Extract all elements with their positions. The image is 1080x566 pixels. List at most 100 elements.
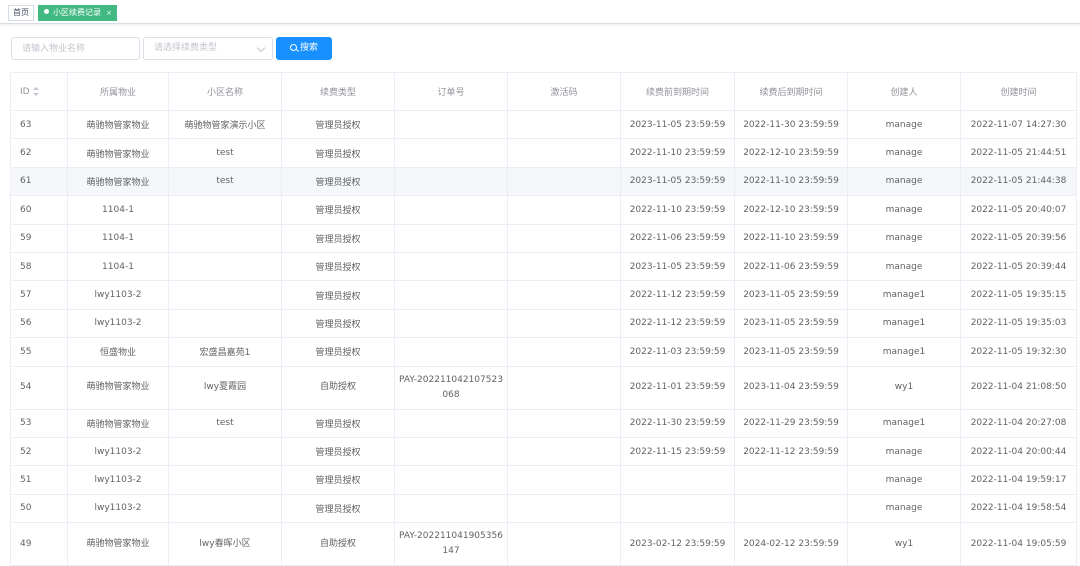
cell-expiry-after: 2023-11-05 23:59:59	[734, 337, 848, 367]
cell-created-time: 2022-11-05 20:39:56	[960, 223, 1077, 253]
col-header-expiry-before: 续费前到期时间	[620, 72, 735, 111]
cell-id: 63	[10, 109, 68, 140]
cell-renewal-type: 管理员授权	[281, 465, 395, 495]
cell-expiry-after: 2022-12-10 23:59:59	[734, 195, 848, 225]
cell-property: 萌驰物管家物业	[67, 365, 169, 410]
search-icon	[289, 44, 297, 51]
table-row[interactable]: 56 lwy1103-2 管理员授权 2022-11-12 23:59:59 2023-…	[10, 308, 1077, 339]
table-row[interactable]: 51 lwy1103-2 管理员授权 manage 2022-11-04 19:59:1…	[10, 465, 1077, 495]
active-dot-icon	[44, 9, 49, 14]
cell-expiry-before: 2022-11-12 23:59:59	[620, 308, 735, 339]
table-row[interactable]: 54 萌驰物管家物业 lwy夏霞园 自助授权 PAY-20221104210752306…	[10, 365, 1077, 410]
cell-order-no	[394, 280, 508, 310]
cell-creator: wy1	[847, 365, 961, 410]
tab-renewal-records[interactable]: 小区续费记录 ×	[38, 5, 117, 21]
col-header-order-no: 订单号	[394, 72, 508, 111]
table-row[interactable]: 58 1104-1 管理员授权 2023-11-05 23:59:59 2022-11-…	[10, 251, 1077, 282]
cell-renewal-type: 管理员授权	[281, 109, 395, 140]
cell-renewal-type: 管理员授权	[281, 251, 395, 282]
table-row[interactable]: 57 lwy1103-2 管理员授权 2022-11-12 23:59:59 2023-…	[10, 280, 1077, 310]
cell-created-time: 2022-11-04 21:08:50	[960, 365, 1077, 410]
cell-expiry-before: 2022-11-06 23:59:59	[620, 223, 735, 253]
cell-creator: manage	[847, 195, 961, 225]
cell-renewal-type: 管理员授权	[281, 166, 395, 197]
cell-community: 宏盛昌嘉苑1	[168, 337, 282, 367]
cell-expiry-after: 2022-11-10 23:59:59	[734, 223, 848, 253]
cell-id: 62	[10, 138, 68, 168]
cell-expiry-before: 2023-02-12 23:59:59	[620, 522, 735, 566]
cell-expiry-after	[734, 465, 848, 495]
cell-renewal-type: 自助授权	[281, 365, 395, 410]
cell-property: 1104-1	[67, 223, 169, 253]
cell-renewal-type: 自助授权	[281, 522, 395, 566]
cell-activation-code	[507, 109, 621, 140]
table-row[interactable]: 52 lwy1103-2 管理员授权 2022-11-15 23:59:59 2022-…	[10, 436, 1077, 467]
table-row[interactable]: 53 萌驰物管家物业 test 管理员授权 2022-11-30 23:59:59 202…	[10, 408, 1077, 438]
cell-creator: wy1	[847, 522, 961, 566]
cell-community	[168, 251, 282, 282]
cell-property: 恒盛物业	[67, 337, 169, 367]
cell-expiry-before: 2022-11-01 23:59:59	[620, 365, 735, 410]
cell-expiry-before	[620, 465, 735, 495]
cell-order-no: PAY-202211041905356147	[394, 522, 508, 566]
table-row[interactable]: 61 萌驰物管家物业 test 管理员授权 2023-11-05 23:59:59 202…	[10, 166, 1077, 197]
cell-community	[168, 223, 282, 253]
col-header-id[interactable]: ID	[10, 72, 68, 111]
search-button[interactable]: 搜索	[276, 37, 332, 60]
table-row[interactable]: 55 恒盛物业 宏盛昌嘉苑1 管理员授权 2022-11-03 23:59:59 2023…	[10, 337, 1077, 367]
tab-label: 小区续费记录	[53, 8, 101, 17]
cell-renewal-type: 管理员授权	[281, 493, 395, 524]
cell-id: 55	[10, 337, 68, 367]
cell-renewal-type: 管理员授权	[281, 195, 395, 225]
renewal-type-placeholder: 请选择续费类型	[154, 43, 218, 53]
close-icon[interactable]: ×	[106, 9, 112, 17]
cell-expiry-before: 2022-11-15 23:59:59	[620, 436, 735, 467]
cell-community	[168, 465, 282, 495]
cell-expiry-before: 2022-11-10 23:59:59	[620, 195, 735, 225]
cell-id: 51	[10, 465, 68, 495]
cell-id: 57	[10, 280, 68, 310]
cell-activation-code	[507, 493, 621, 524]
cell-expiry-after: 2022-11-06 23:59:59	[734, 251, 848, 282]
cell-property: lwy1103-2	[67, 493, 169, 524]
cell-activation-code	[507, 436, 621, 467]
cell-expiry-before: 2023-11-05 23:59:59	[620, 166, 735, 197]
cell-creator: manage1	[847, 280, 961, 310]
table-row[interactable]: 60 1104-1 管理员授权 2022-11-10 23:59:59 2022-12-…	[10, 195, 1077, 225]
table-row[interactable]: 63 萌驰物管家物业 萌驰物管家演示小区 管理员授权 2023-11-05 23:59:…	[10, 109, 1077, 140]
col-header-activation-code: 激活码	[507, 72, 621, 111]
sort-caret-icon[interactable]	[32, 86, 39, 96]
cell-property: 萌驰物管家物业	[67, 408, 169, 438]
cell-creator: manage	[847, 138, 961, 168]
cell-id: 53	[10, 408, 68, 438]
property-name-input[interactable]	[11, 37, 140, 60]
cell-activation-code	[507, 251, 621, 282]
table-row[interactable]: 49 萌驰物管家物业 lwy春晖小区 自助授权 PAY-2022110419053561…	[10, 522, 1077, 566]
cell-community: test	[168, 166, 282, 197]
chevron-down-icon	[256, 43, 266, 53]
cell-created-time: 2022-11-05 21:44:38	[960, 166, 1077, 197]
cell-order-no: PAY-202211042107523068	[394, 365, 508, 410]
cell-expiry-before: 2022-11-12 23:59:59	[620, 280, 735, 310]
cell-created-time: 2022-11-05 20:39:44	[960, 251, 1077, 282]
cell-community	[168, 493, 282, 524]
table-row[interactable]: 62 萌驰物管家物业 test 管理员授权 2022-11-10 23:59:59 202…	[10, 138, 1077, 168]
col-header-property: 所属物业	[67, 72, 169, 111]
cell-activation-code	[507, 408, 621, 438]
tab-home[interactable]: 首页	[8, 5, 34, 21]
cell-property: 1104-1	[67, 251, 169, 282]
cell-activation-code	[507, 223, 621, 253]
renewal-type-select[interactable]: 请选择续费类型	[143, 37, 273, 60]
cell-id: 56	[10, 308, 68, 339]
cell-community: test	[168, 408, 282, 438]
cell-community	[168, 436, 282, 467]
cell-created-time: 2022-11-04 19:05:59	[960, 522, 1077, 566]
cell-expiry-after: 2022-11-30 23:59:59	[734, 109, 848, 140]
table-body: 63 萌驰物管家物业 萌驰物管家演示小区 管理员授权 2023-11-05 23:59:…	[10, 109, 1077, 566]
table-row[interactable]: 59 1104-1 管理员授权 2022-11-06 23:59:59 2022-11-…	[10, 223, 1077, 253]
cell-activation-code	[507, 337, 621, 367]
col-header-renewal-type: 续费类型	[281, 72, 395, 111]
cell-expiry-after: 2022-11-10 23:59:59	[734, 166, 848, 197]
col-header-creator: 创建人	[847, 72, 961, 111]
table-row[interactable]: 50 lwy1103-2 管理员授权 manage 2022-11-04 19:58:5…	[10, 493, 1077, 524]
